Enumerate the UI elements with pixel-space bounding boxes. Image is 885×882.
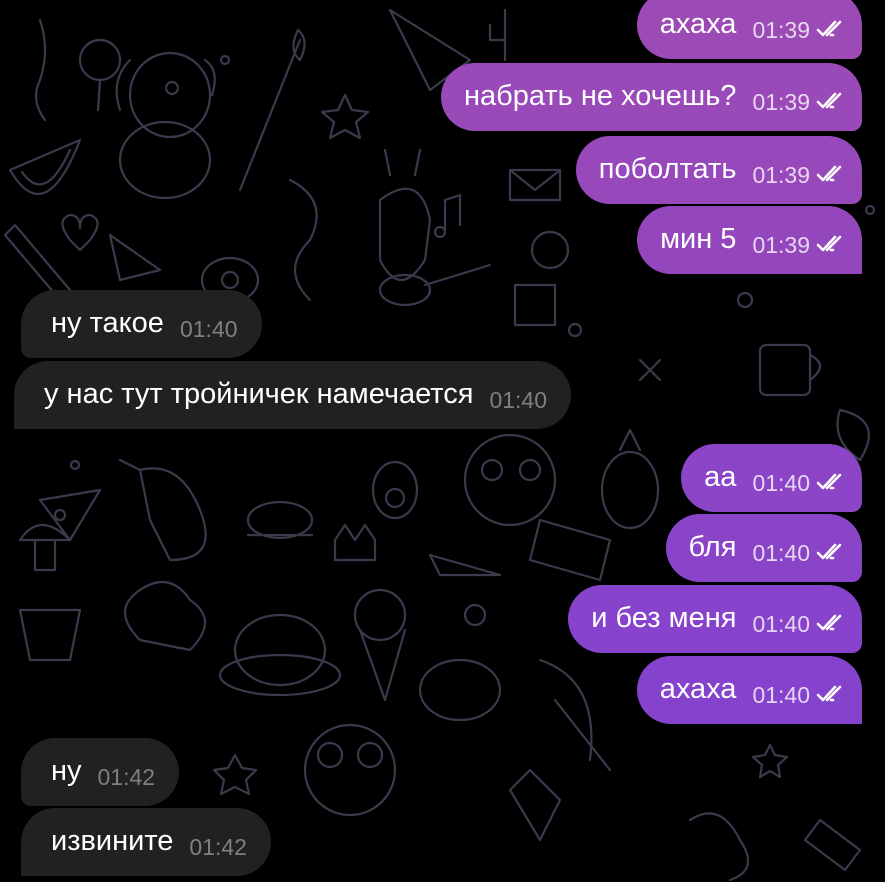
- message-text: ахаха: [659, 8, 737, 40]
- outgoing-message-bubble[interactable]: ахаха 01:39: [636, 0, 862, 59]
- read-double-check-icon: [816, 543, 842, 560]
- read-double-check-icon: [816, 165, 842, 182]
- read-double-check-icon: [816, 92, 842, 109]
- message-time: 01:39: [752, 89, 810, 115]
- message-time: 01:40: [752, 611, 810, 637]
- message-text: мин 5: [660, 223, 737, 255]
- message-time: 01:42: [189, 834, 247, 860]
- message-time: 01:40: [179, 316, 238, 342]
- message-time: 01:40: [752, 540, 810, 566]
- message-text: ну такое: [51, 307, 164, 339]
- outgoing-message-bubble[interactable]: бля 01:40: [665, 514, 862, 582]
- message-text: бля: [688, 531, 737, 563]
- read-double-check-icon: [816, 614, 842, 631]
- incoming-message-bubble[interactable]: ну 01:42: [21, 738, 180, 806]
- incoming-message-bubble[interactable]: у нас тут тройничек намечается 01:40: [14, 361, 572, 429]
- message-text: и без меня: [591, 602, 737, 634]
- message-time: 01:40: [489, 387, 548, 413]
- message-time: 01:39: [752, 232, 810, 258]
- outgoing-message-bubble[interactable]: аа 01:40: [681, 444, 862, 512]
- message-text: поболтать: [598, 153, 737, 185]
- outgoing-message-bubble[interactable]: набрать не хочешь? 01:39: [441, 63, 862, 131]
- incoming-message-bubble[interactable]: извините 01:42: [21, 808, 271, 876]
- message-text: набрать не хочешь?: [464, 80, 737, 112]
- message-text: ну: [51, 755, 82, 787]
- read-double-check-icon: [816, 685, 842, 702]
- message-text: у нас тут тройничек намечается: [44, 378, 474, 410]
- read-double-check-icon: [816, 235, 842, 252]
- message-text: извините: [51, 825, 174, 857]
- outgoing-message-bubble[interactable]: поболтать 01:39: [575, 136, 862, 204]
- outgoing-message-bubble[interactable]: и без меня 01:40: [568, 585, 862, 653]
- message-text: ахаха: [659, 673, 737, 705]
- incoming-message-bubble[interactable]: ну такое 01:40: [21, 290, 262, 358]
- message-time: 01:42: [97, 764, 156, 790]
- message-time: 01:39: [752, 162, 810, 188]
- read-double-check-icon: [816, 20, 842, 37]
- message-time: 01:40: [752, 682, 810, 708]
- outgoing-message-bubble[interactable]: ахаха 01:40: [636, 656, 862, 724]
- read-double-check-icon: [816, 473, 842, 490]
- message-text: аа: [704, 461, 737, 493]
- message-time: 01:39: [752, 17, 810, 43]
- message-time: 01:40: [752, 470, 810, 496]
- outgoing-message-bubble[interactable]: мин 5 01:39: [637, 206, 862, 274]
